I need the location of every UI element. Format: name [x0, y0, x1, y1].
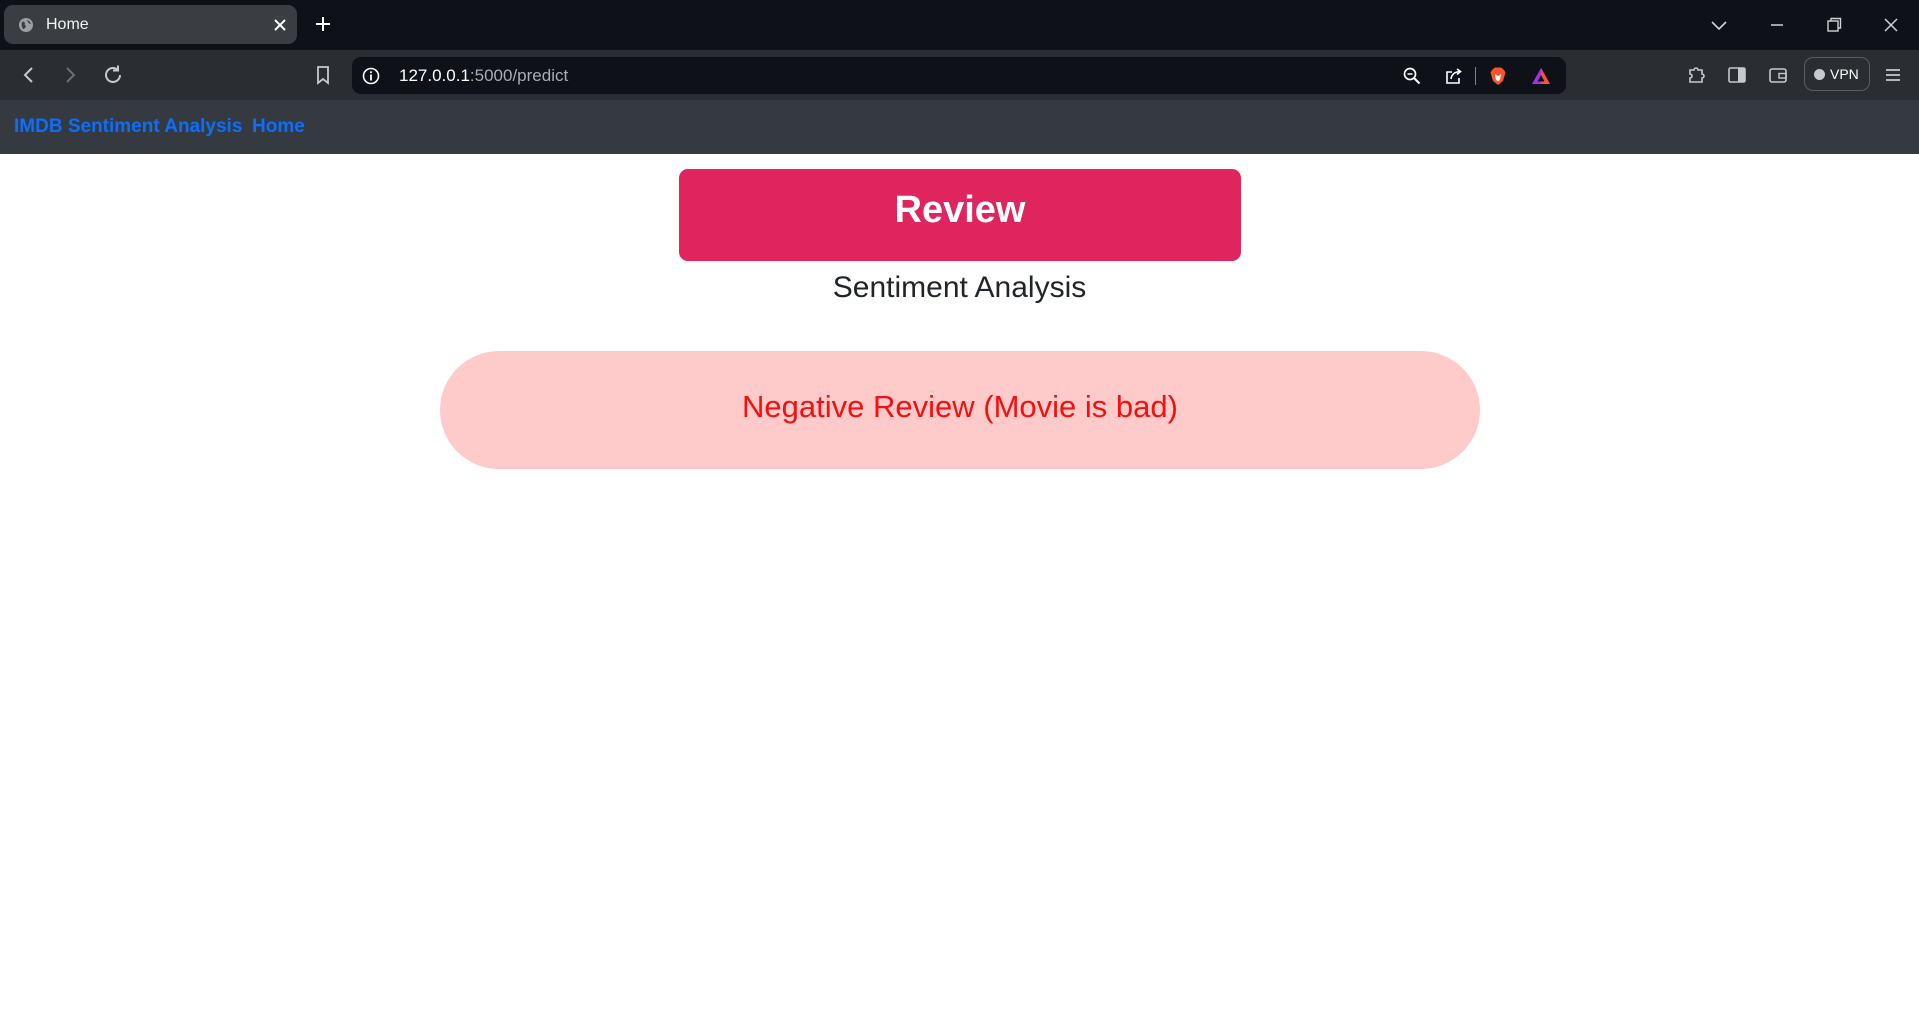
close-icon[interactable]	[271, 16, 289, 34]
menu-icon[interactable]	[1881, 63, 1905, 87]
brave-shield-icon[interactable]	[1488, 66, 1508, 86]
url-text[interactable]: 127.0.0.1:5000/predict	[399, 66, 568, 86]
sidebar-icon[interactable]	[1725, 63, 1749, 87]
navbar-brand-link[interactable]: IMDB Sentiment Analysis	[14, 116, 242, 138]
prediction-result-text: Negative Review (Movie is bad)	[742, 389, 1178, 424]
prediction-result-box: Negative Review (Movie is bad)	[440, 351, 1480, 469]
vpn-label: VPN	[1830, 66, 1859, 82]
restore-icon[interactable]	[1823, 14, 1845, 36]
browser-tab[interactable]: Home	[4, 5, 297, 44]
vpn-button[interactable]: VPN	[1804, 57, 1870, 91]
nav-home-link[interactable]: Home	[252, 116, 305, 138]
window-close-icon[interactable]	[1880, 14, 1902, 36]
wallet-icon[interactable]	[1766, 63, 1790, 87]
browser-toolbar: 127.0.0.1:5000/predict VPN	[0, 50, 1919, 100]
browser-tabstrip: Home	[0, 0, 1919, 50]
forward-icon[interactable]	[58, 63, 82, 87]
review-heading: Review	[894, 189, 1026, 231]
zoom-icon[interactable]	[1402, 66, 1422, 86]
reload-icon[interactable]	[101, 63, 125, 87]
back-icon[interactable]	[17, 63, 41, 87]
toolbar-divider	[1475, 67, 1476, 85]
address-bar[interactable]: 127.0.0.1:5000/predict	[352, 57, 1566, 94]
site-navbar: IMDB Sentiment Analysis Home	[0, 100, 1919, 154]
brave-rewards-icon[interactable]	[1531, 66, 1551, 86]
minimize-icon[interactable]	[1766, 14, 1788, 36]
globe-icon	[19, 18, 33, 32]
bookmark-icon[interactable]	[311, 63, 335, 87]
url-path: :5000/predict	[469, 66, 569, 85]
chevron-down-icon[interactable]	[1708, 14, 1730, 36]
page-subtitle: Sentiment Analysis	[832, 271, 1087, 304]
tab-title: Home	[46, 16, 89, 33]
share-icon[interactable]	[1444, 66, 1464, 86]
info-icon[interactable]	[362, 67, 380, 85]
review-heading-box: Review	[679, 169, 1241, 261]
url-host: 127.0.0.1	[399, 66, 470, 85]
plus-icon[interactable]	[313, 14, 333, 34]
extensions-icon[interactable]	[1685, 63, 1709, 87]
vpn-status-icon	[1814, 69, 1825, 80]
